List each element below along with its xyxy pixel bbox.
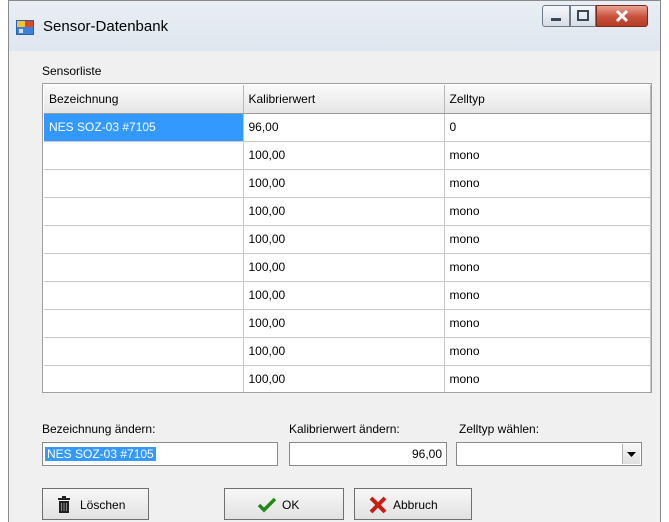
close-icon — [615, 9, 629, 23]
title-bar[interactable]: Sensor-Datenbank — [9, 1, 660, 51]
cell-kalibrierwert[interactable]: 100,00 — [243, 365, 445, 392]
cell-bezeichnung[interactable] — [44, 365, 244, 392]
cell-zelltyp[interactable]: mono — [444, 309, 651, 338]
cell-bezeichnung[interactable] — [44, 337, 244, 366]
name-edit-label: Bezeichnung ändern: — [42, 422, 156, 436]
cell-zelltyp[interactable]: mono — [444, 337, 651, 366]
cell-bezeichnung[interactable] — [44, 253, 244, 282]
name-edit-field[interactable]: NES SOZ-03 #7105 — [42, 442, 278, 466]
cell-zelltyp[interactable]: mono — [444, 365, 651, 392]
minimize-icon — [551, 18, 561, 21]
cell-kalibrierwert[interactable]: 100,00 — [243, 309, 445, 338]
ok-button[interactable]: OK — [224, 488, 344, 520]
cell-kalibrierwert[interactable]: 100,00 — [243, 253, 445, 282]
table-row[interactable]: 100,00 mono — [44, 225, 651, 254]
cell-bezeichnung[interactable] — [44, 309, 244, 338]
calib-edit-label: Kalibrierwert ändern: — [289, 422, 400, 436]
name-edit-value: NES SOZ-03 #7105 — [45, 447, 156, 461]
cell-bezeichnung[interactable] — [44, 281, 244, 310]
delete-button[interactable]: Löschen — [42, 488, 149, 520]
cell-bezeichnung[interactable]: NES SOZ-03 #7105 — [44, 113, 244, 142]
cancel-button[interactable]: Abbruch — [354, 488, 472, 520]
cell-bezeichnung[interactable] — [44, 169, 244, 198]
close-button[interactable] — [596, 5, 648, 27]
cell-zelltyp[interactable]: 0 — [444, 113, 651, 142]
cell-zelltyp[interactable]: mono — [444, 225, 651, 254]
sensor-table: Bezeichnung Kalibrierwert Zelltyp NES SO… — [44, 85, 651, 392]
table-row[interactable]: 100,00 mono — [44, 365, 651, 392]
celltype-select-label: Zelltyp wählen: — [459, 422, 540, 436]
column-header-zelltyp[interactable]: Zelltyp — [444, 85, 651, 114]
x-icon — [369, 496, 387, 514]
cell-kalibrierwert[interactable]: 96,00 — [243, 113, 445, 142]
grid-header-row: Bezeichnung Kalibrierwert Zelltyp — [44, 85, 651, 114]
cell-kalibrierwert[interactable]: 100,00 — [243, 197, 445, 226]
cell-zelltyp[interactable]: mono — [444, 197, 651, 226]
cell-zelltyp[interactable]: mono — [444, 141, 651, 170]
calib-edit-value: 96,00 — [411, 447, 442, 461]
table-row[interactable]: 100,00 mono — [44, 309, 651, 338]
cell-kalibrierwert[interactable]: 100,00 — [243, 225, 445, 254]
table-row[interactable]: 100,00 mono — [44, 337, 651, 366]
cell-bezeichnung[interactable] — [44, 141, 244, 170]
minimize-button[interactable] — [542, 5, 570, 27]
sensor-list-label: Sensorliste — [42, 64, 102, 78]
cell-zelltyp[interactable]: mono — [444, 169, 651, 198]
table-row[interactable]: 100,00 mono — [44, 197, 651, 226]
column-header-bezeichnung[interactable]: Bezeichnung — [44, 85, 244, 114]
delete-button-label: Löschen — [80, 498, 126, 512]
sensor-database-icon — [16, 20, 34, 35]
cell-bezeichnung[interactable] — [44, 225, 244, 254]
check-icon — [257, 497, 277, 513]
cell-kalibrierwert[interactable]: 100,00 — [243, 337, 445, 366]
maximize-button[interactable] — [570, 5, 596, 27]
table-row[interactable]: 100,00 mono — [44, 169, 651, 198]
cell-bezeichnung[interactable] — [44, 197, 244, 226]
sensor-database-window: Sensor-Datenbank Sensorliste Bezeichnung… — [8, 0, 661, 522]
column-header-kalibrierwert[interactable]: Kalibrierwert — [243, 85, 445, 114]
calib-edit-field[interactable]: 96,00 — [289, 442, 447, 466]
ok-button-label: OK — [282, 498, 300, 512]
table-row[interactable]: NES SOZ-03 #7105 96,00 0 — [44, 113, 651, 142]
cell-zelltyp[interactable]: mono — [444, 253, 651, 282]
table-row[interactable]: 100,00 mono — [44, 281, 651, 310]
cell-kalibrierwert[interactable]: 100,00 — [243, 169, 445, 198]
maximize-icon — [577, 10, 589, 21]
celltype-select[interactable] — [456, 442, 642, 466]
window-title: Sensor-Datenbank — [43, 18, 169, 35]
cell-zelltyp[interactable]: mono — [444, 281, 651, 310]
cancel-button-label: Abbruch — [393, 498, 438, 512]
chevron-down-icon — [627, 452, 636, 457]
celltype-dropdown-button[interactable] — [622, 444, 640, 464]
table-row[interactable]: 100,00 mono — [44, 141, 651, 170]
sensor-grid[interactable]: Bezeichnung Kalibrierwert Zelltyp NES SO… — [42, 83, 652, 393]
trash-icon — [58, 496, 70, 513]
cell-kalibrierwert[interactable]: 100,00 — [243, 281, 445, 310]
cell-kalibrierwert[interactable]: 100,00 — [243, 141, 445, 170]
table-row[interactable]: 100,00 mono — [44, 253, 651, 282]
